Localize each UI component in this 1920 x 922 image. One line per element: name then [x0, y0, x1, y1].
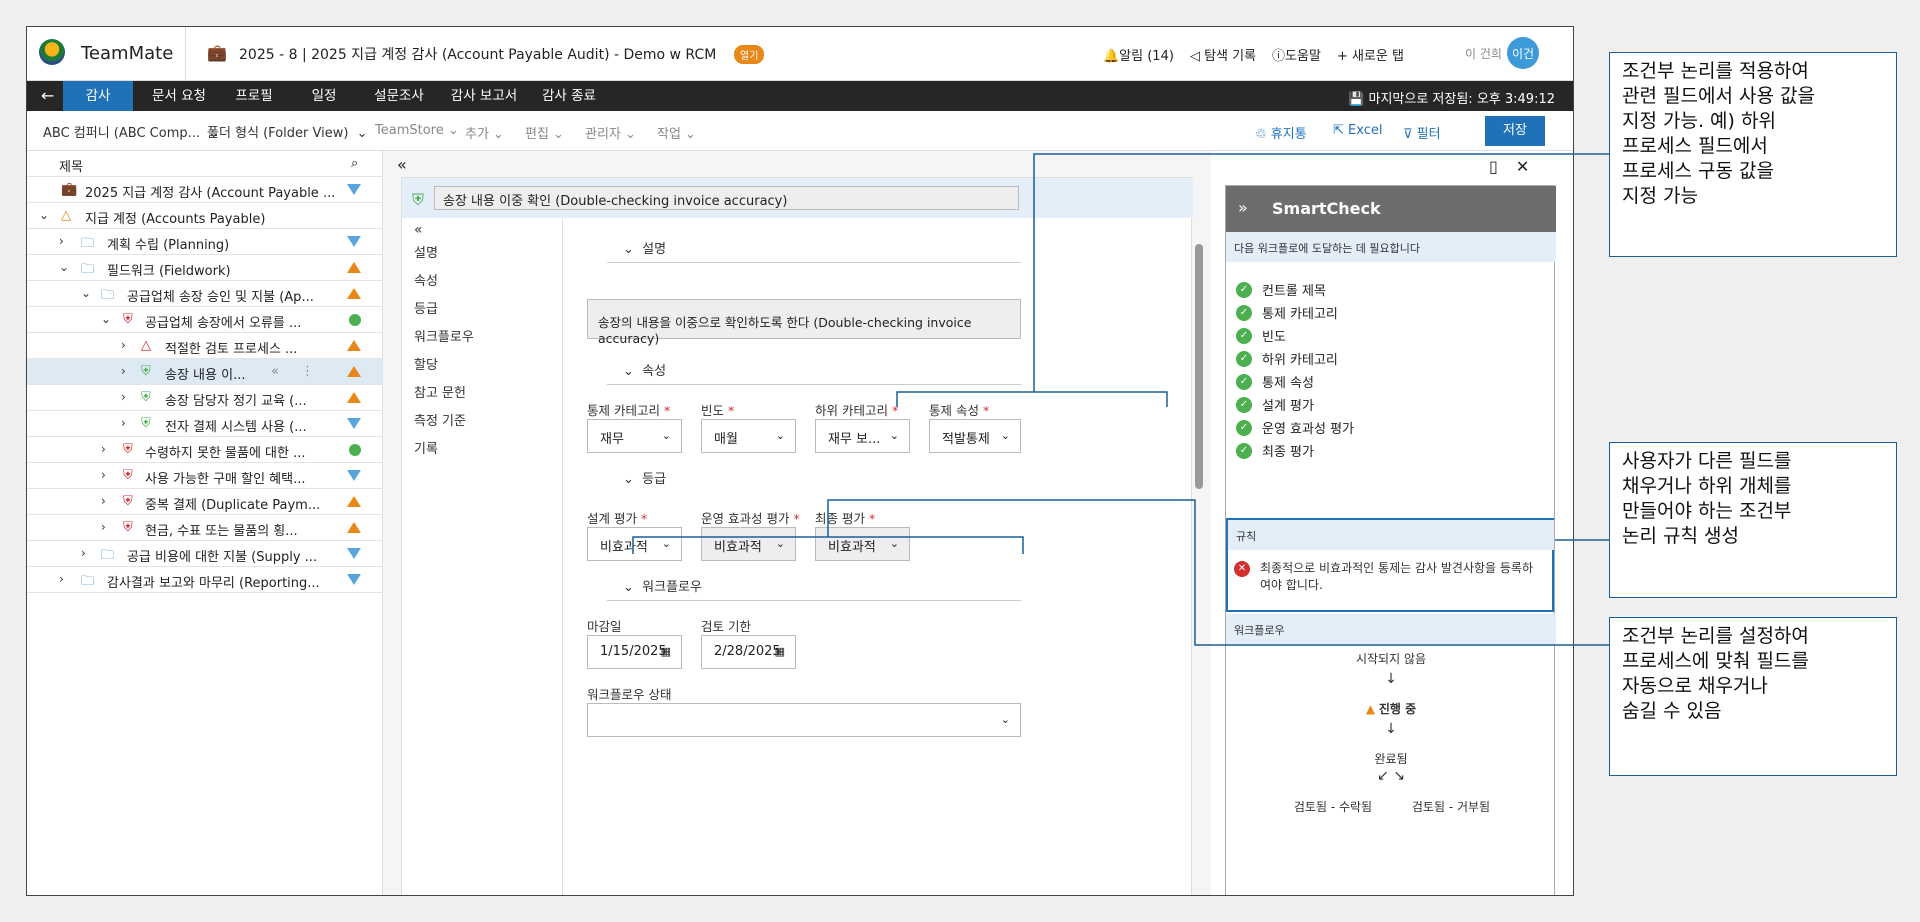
connector-line — [827, 499, 1609, 646]
connector-line — [632, 536, 1024, 554]
callout-3: 조건부 논리를 설정하여 프로세스에 맞춰 필드를 자동으로 채우거나 숨길 수… — [1609, 617, 1897, 776]
connector-line — [896, 391, 1168, 407]
connector-line — [1033, 153, 1609, 392]
callout-1: 조건부 논리를 적용하여 관련 필드에서 사용 값을 지정 가능. 예) 하위 … — [1609, 52, 1897, 257]
callout-2: 사용자가 다른 필드를 채우거나 하위 개체를 만들어야 하는 조건부 논리 규… — [1609, 442, 1897, 598]
